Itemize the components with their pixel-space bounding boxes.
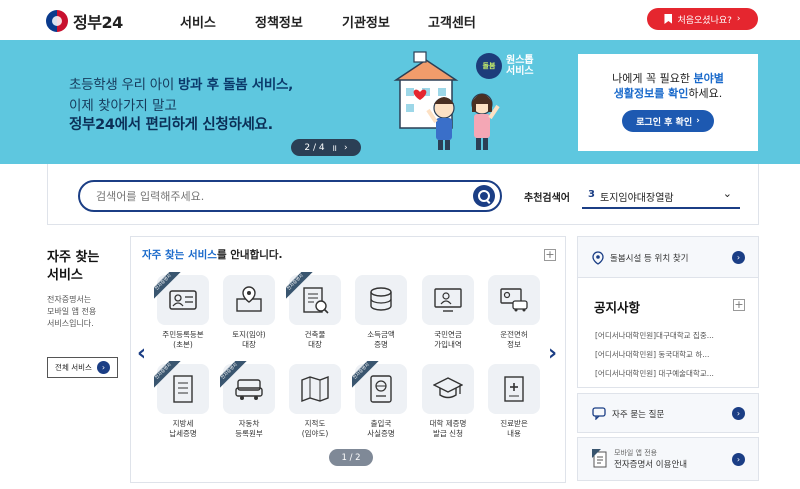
e-certificate-ribbon: 전자증명서 (154, 272, 181, 299)
nav-policy-info[interactable]: 정책정보 (255, 12, 303, 31)
map-pin-doc-icon (236, 286, 262, 312)
login-info-box: 나에게 꼭 필요한 분야별 생활정보를 확인하세요. 로그인 후 확인 › (578, 54, 758, 151)
login-check-button[interactable]: 로그인 후 확인 › (622, 110, 714, 132)
chevron-right-icon: › (732, 407, 745, 420)
bookmark-icon (664, 14, 673, 24)
mobile-certificate-icon (592, 449, 607, 468)
notice-panel: 공지사항 + [어디서나대학민원]대구대학교 집중... [어디서나대학민원] … (577, 277, 759, 388)
notice-list: [어디서나대학민원]대구대학교 집중... [어디서나대학민원] 동국대학교 하… (595, 326, 743, 383)
service-tile[interactable]: 전자증명서 (154, 272, 209, 325)
nav-customer-center[interactable]: 고객센터 (428, 12, 476, 31)
search-input[interactable] (96, 187, 456, 205)
e-certificate-ribbon: 전자증명서 (154, 361, 181, 388)
chevron-right-icon: › (696, 116, 700, 126)
chevron-right-icon: › (732, 251, 745, 264)
service-tile[interactable]: 전자증명서 (352, 361, 407, 414)
header: 정부24 서비스 정책정보 기관정보 고객센터 처음오셨나요? › (0, 0, 800, 40)
banner-page-indicator: 2 / 4 (304, 142, 325, 153)
service-tile-label[interactable]: 진료받은 내용 (483, 419, 545, 439)
notice-item[interactable]: [어디서나대학민원] 대구예술대학교... (595, 364, 743, 383)
service-tile[interactable] (488, 275, 540, 325)
frequent-services-panel: 자주 찾는 서비스를 안내합니다. + ‹ › 전자증명서 주민등록등본 (초본) 토… (130, 236, 566, 483)
care-facility-link[interactable]: 돌봄시설 등 위치 찾기 › (577, 236, 759, 278)
pause-icon[interactable]: ॥ (332, 141, 337, 154)
services-title: 자주 찾는 서비스를 안내합니다. (142, 249, 283, 261)
chevron-down-icon: ⌄ (722, 187, 732, 200)
dolbom-badge-icon: 돌봄 (476, 53, 502, 79)
service-tile[interactable] (355, 275, 407, 325)
service-tile[interactable]: 전자증명서 (220, 361, 275, 414)
recommended-keyword-label: 추천검색어 (524, 193, 570, 204)
graduation-cap-icon (433, 377, 463, 399)
frequent-services-intro: 자주 찾는 서비스 전자증명서는 모바일 앱 전용 서비스입니다. (47, 250, 100, 328)
license-car-icon (500, 288, 528, 312)
service-tile-label[interactable]: 토지(임야) 대장 (218, 330, 280, 350)
service-tile[interactable] (422, 275, 474, 325)
onestop-service-label: 원스톱 서비스 (506, 55, 534, 77)
medical-doc-icon (504, 376, 524, 402)
more-plus-icon[interactable]: + (733, 299, 745, 311)
service-tile[interactable] (488, 364, 540, 414)
prev-arrow-icon[interactable]: ‹ (137, 341, 146, 366)
e-certificate-ribbon: 전자증명서 (220, 361, 247, 388)
service-tile-label[interactable]: 자동차 등록원부 (218, 419, 280, 439)
service-tile-label[interactable]: 지적도 (임야도) (284, 419, 346, 439)
next-arrow-icon[interactable]: › (548, 341, 557, 366)
more-plus-icon[interactable]: + (544, 249, 556, 261)
services-page-indicator: 1 / 2 (329, 449, 373, 466)
monitor-person-icon (434, 288, 462, 312)
chevron-right-icon: › (736, 14, 741, 24)
nav-agency-info[interactable]: 기관정보 (342, 12, 390, 31)
banner-line-2: 이제 찾아가지 말고 (69, 98, 177, 114)
nav-services[interactable]: 서비스 (180, 12, 216, 31)
mobile-certificate-guide-link[interactable]: 모바일 앱 전용 전자증명서 이용안내 › (577, 437, 759, 481)
service-tile-label[interactable]: 운전면허 정보 (483, 330, 545, 350)
notice-item[interactable]: [어디서나대학민원]대구대학교 집중... (595, 326, 743, 345)
service-tile[interactable] (289, 364, 341, 414)
faq-link[interactable]: 자주 묻는 질문 › (577, 393, 759, 433)
right-column: 돌봄시설 등 위치 찾기 › 공지사항 + [어디서나대학민원]대구대학교 집중… (577, 236, 759, 483)
chevron-right-icon: › (732, 453, 745, 466)
folded-map-icon (301, 375, 329, 403)
next-icon[interactable]: › (344, 143, 348, 153)
search-icon[interactable] (473, 185, 495, 207)
notice-title: 공지사항 (594, 300, 641, 315)
e-certificate-ribbon: 전자증명서 (286, 272, 313, 299)
banner-line-3: 정부24에서 편리하게 신청하세요. (69, 117, 273, 133)
service-tile-label[interactable]: 대학 제증명 발급 신청 (417, 419, 479, 439)
service-tile-label[interactable]: 출입국 사실증명 (350, 419, 412, 439)
first-visit-button[interactable]: 처음오셨나요? › (647, 8, 758, 30)
first-visit-label: 처음오셨나요? (677, 15, 732, 26)
search-box (78, 180, 502, 212)
service-tile-label[interactable]: 지방세 납세증명 (152, 419, 214, 439)
service-tile[interactable]: 전자증명서 (286, 272, 341, 325)
service-tile[interactable] (223, 275, 275, 325)
e-certificate-ribbon: 전자증명서 (352, 361, 379, 388)
service-tile[interactable] (422, 364, 474, 414)
all-services-button[interactable]: 전체 서비스 › (47, 357, 118, 378)
service-tile[interactable]: 전자증명서 (154, 361, 209, 414)
notice-item[interactable]: [어디서나대학민원] 동국대학교 하... (595, 345, 743, 364)
banner-pager: 2 / 4 ॥ › (291, 139, 361, 156)
recommended-keyword-select[interactable]: 3 토지임야대장열람 ⌄ (582, 181, 740, 209)
coin-stack-icon (370, 287, 392, 311)
service-tile-label[interactable]: 주민등록등본 (초본) (152, 330, 214, 350)
chevron-right-icon: › (96, 361, 110, 374)
service-tile-label[interactable]: 국민연금 가입내역 (417, 330, 479, 350)
service-tile-label[interactable]: 소득금액 증명 (350, 330, 412, 350)
location-pin-icon (592, 251, 604, 265)
chat-bubble-icon (592, 407, 606, 420)
service-tile-label[interactable]: 건축물 대장 (284, 330, 346, 350)
banner-line-1: 초등학생 우리 아이 방과 후 돌봄 서비스, (69, 77, 293, 93)
